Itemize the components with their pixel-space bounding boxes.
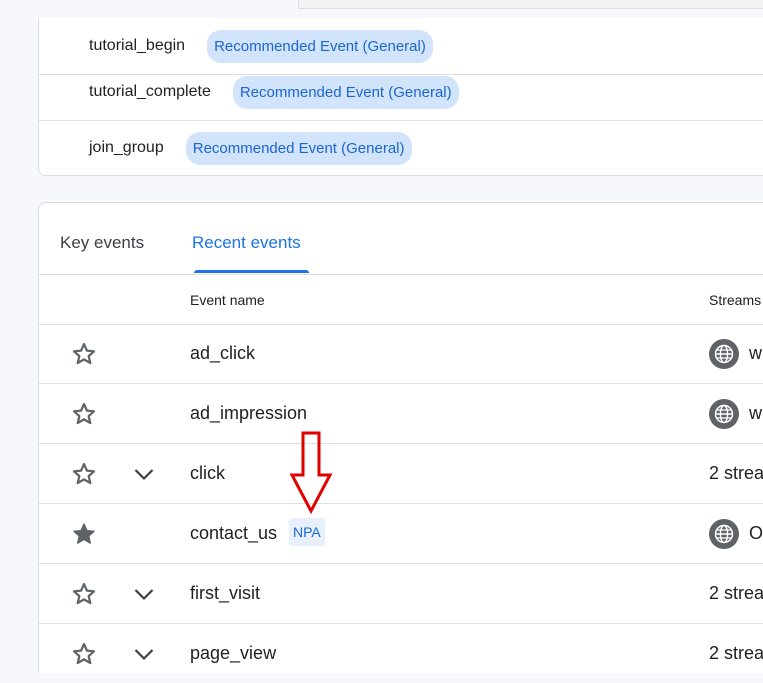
stream-label: 2 strea xyxy=(709,463,763,483)
globe-icon xyxy=(709,519,739,549)
table-row: contact_us NPA Op xyxy=(39,504,763,564)
event-name: tutorial_complete xyxy=(89,83,211,100)
star-filled-icon[interactable] xyxy=(70,520,98,548)
star-outline-icon[interactable] xyxy=(70,340,98,368)
table-row: ad_impression w xyxy=(39,384,763,444)
table-row: first_visit 2 strea xyxy=(39,564,763,624)
star-outline-icon[interactable] xyxy=(70,400,98,428)
globe-icon xyxy=(709,399,739,429)
table-row: click 2 strea xyxy=(39,444,763,504)
event-name[interactable]: click xyxy=(190,463,225,484)
stream-label: w xyxy=(749,403,762,423)
event-name[interactable]: page_view xyxy=(190,643,276,664)
recommended-badge: Recommended Event (General) xyxy=(207,29,433,63)
chevron-down-icon[interactable] xyxy=(132,462,156,486)
event-name[interactable]: contact_us xyxy=(190,523,277,544)
star-outline-icon[interactable] xyxy=(70,580,98,608)
star-outline-icon[interactable] xyxy=(70,460,98,488)
table-row: ad_click w xyxy=(39,324,763,384)
chevron-down-icon[interactable] xyxy=(132,582,156,606)
npa-badge: NPA xyxy=(289,518,325,546)
event-name: tutorial_begin xyxy=(89,37,186,54)
table-header: Event name Streams xyxy=(39,274,763,325)
recommended-row: tutorial_complete Recommended Event (Gen… xyxy=(39,64,763,121)
event-name[interactable]: ad_click xyxy=(190,343,255,364)
globe-icon xyxy=(709,339,739,369)
recommended-events-card: tutorial_begin Recommended Event (Genera… xyxy=(38,18,763,176)
event-name[interactable]: first_visit xyxy=(190,583,260,604)
tab-recent-events[interactable]: Recent events xyxy=(192,233,301,253)
top-search-bar[interactable] xyxy=(298,0,763,9)
tabs-bar: Key events Recent events xyxy=(39,203,763,275)
column-header-streams[interactable]: Streams xyxy=(709,292,761,308)
active-tab-indicator xyxy=(194,270,309,273)
tab-key-events[interactable]: Key events xyxy=(60,233,144,253)
recommended-badge: Recommended Event (General) xyxy=(232,75,459,109)
column-header-event-name[interactable]: Event name xyxy=(190,292,265,308)
event-name: join_group xyxy=(89,139,164,156)
event-name[interactable]: ad_impression xyxy=(190,403,307,424)
table-row: page_view 2 strea xyxy=(39,624,763,683)
stream-label: Op xyxy=(749,523,763,543)
recommended-badge: Recommended Event (General) xyxy=(185,131,412,165)
events-table-card: Key events Recent events Event name Stre… xyxy=(38,202,763,673)
stream-label: 2 strea xyxy=(709,583,763,603)
star-outline-icon[interactable] xyxy=(70,640,98,668)
stream-label: 2 strea xyxy=(709,643,763,663)
annotation-arrow-icon xyxy=(290,431,333,515)
chevron-down-icon[interactable] xyxy=(132,642,156,666)
recommended-row: join_group Recommended Event (General) xyxy=(39,120,763,176)
stream-label: w xyxy=(749,343,762,363)
